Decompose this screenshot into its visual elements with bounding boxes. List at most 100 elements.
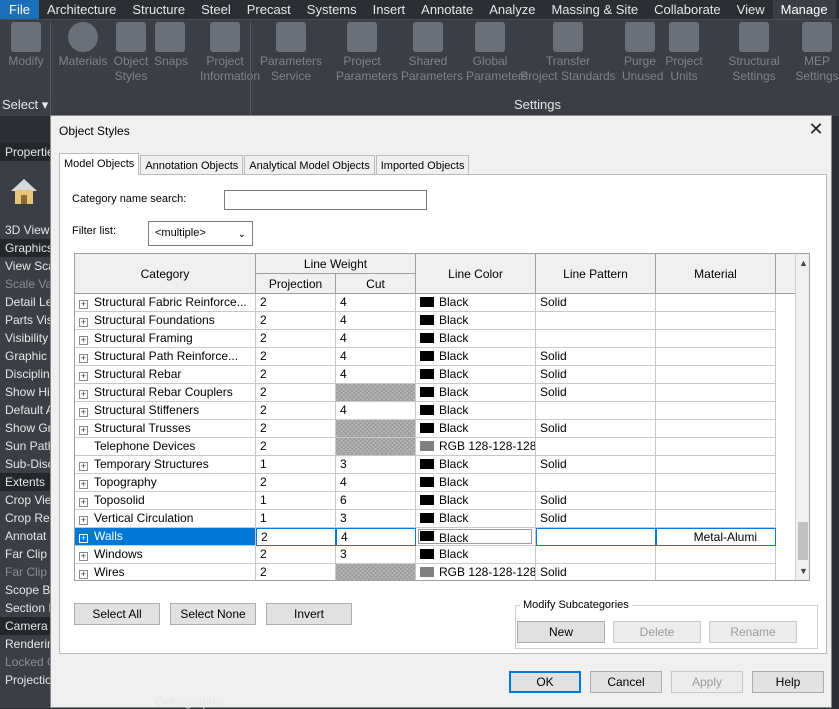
- ribbon-tab-manage[interactable]: Manage: [772, 0, 836, 19]
- filter-list-select[interactable]: <multiple> ⌄: [148, 221, 253, 246]
- palette-section-header[interactable]: Graphics: [0, 239, 52, 257]
- material-cell[interactable]: [656, 348, 776, 366]
- category-cell[interactable]: + Structural Path Reinforce...: [75, 348, 256, 366]
- projection-weight-cell[interactable]: 2: [256, 402, 336, 420]
- material-cell[interactable]: [656, 402, 776, 420]
- line-color-cell[interactable]: Black: [416, 312, 536, 330]
- cut-weight-cell[interactable]: 4: [336, 294, 416, 312]
- expand-icon[interactable]: +: [79, 408, 88, 417]
- header-line-color[interactable]: Line Color: [416, 254, 536, 294]
- table-row[interactable]: + Topography 2 4 Black: [75, 474, 776, 492]
- table-row[interactable]: + Temporary Structures 1 3 Black Solid: [75, 456, 776, 474]
- line-pattern-cell[interactable]: Solid: [536, 492, 656, 510]
- expand-icon[interactable]: +: [79, 300, 88, 309]
- ribbon-button-project-information[interactable]: Project Information: [200, 22, 260, 84]
- table-row[interactable]: + Wires 2 RGB 128-128-128 Solid: [75, 564, 776, 580]
- category-cell[interactable]: + Structural Rebar Couplers: [75, 384, 256, 402]
- expand-icon[interactable]: +: [79, 354, 88, 363]
- material-cell[interactable]: [656, 366, 776, 384]
- line-pattern-cell[interactable]: Solid: [536, 510, 656, 528]
- material-cell[interactable]: Metal-Alumi: [656, 528, 776, 546]
- line-color-cell[interactable]: Black: [416, 348, 536, 366]
- line-color-cell[interactable]: Black: [416, 366, 536, 384]
- material-cell[interactable]: [656, 312, 776, 330]
- select-all-button[interactable]: Select All: [74, 603, 160, 625]
- table-row[interactable]: + Structural Trusses 2 Black Solid: [75, 420, 776, 438]
- header-material[interactable]: Material: [656, 254, 776, 294]
- projection-weight-cell[interactable]: 1: [256, 456, 336, 474]
- palette-section-header[interactable]: Extents: [0, 473, 52, 491]
- line-pattern-cell[interactable]: [536, 546, 656, 564]
- table-row[interactable]: + Structural Rebar Couplers 2 Black Solid: [75, 384, 776, 402]
- expand-icon[interactable]: +: [79, 462, 88, 471]
- category-cell[interactable]: + Structural Framing: [75, 330, 256, 348]
- ok-button[interactable]: OK: [509, 671, 581, 693]
- expand-icon[interactable]: +: [79, 498, 88, 507]
- ribbon-button-structural-settings[interactable]: Structural Settings: [727, 22, 781, 84]
- expand-icon[interactable]: +: [79, 426, 88, 435]
- invert-button[interactable]: Invert: [266, 603, 352, 625]
- line-color-cell[interactable]: Black: [416, 528, 536, 546]
- ribbon-tab-insert[interactable]: Insert: [365, 0, 414, 19]
- ribbon-button-purge[interactable]: Purge Unused: [622, 22, 663, 84]
- expand-icon[interactable]: +: [79, 552, 88, 561]
- expand-icon[interactable]: +: [79, 516, 88, 525]
- ribbon-button-transfer-standards[interactable]: Transfer Project Standards: [520, 22, 616, 84]
- table-row[interactable]: Telephone Devices 2 RGB 128-128-128: [75, 438, 776, 456]
- ribbon-button-object-styles[interactable]: Object Styles: [112, 22, 150, 84]
- material-cell[interactable]: [656, 294, 776, 312]
- ribbon-tab-file[interactable]: File: [0, 0, 39, 19]
- ribbon-tab-systems[interactable]: Systems: [299, 0, 365, 19]
- cut-weight-cell[interactable]: 4: [336, 330, 416, 348]
- table-row[interactable]: + Structural Path Reinforce... 2 4 Black Soli…: [75, 348, 776, 366]
- table-row[interactable]: + Toposolid 1 6 Black Solid: [75, 492, 776, 510]
- select-dropdown[interactable]: Select ▾: [2, 97, 48, 113]
- ribbon-button-cursor[interactable]: Modify: [4, 22, 48, 69]
- category-cell[interactable]: + Walls: [75, 528, 256, 546]
- table-row[interactable]: + Structural Framing 2 4 Black: [75, 330, 776, 348]
- close-icon[interactable]: ✕: [807, 120, 825, 138]
- category-cell[interactable]: + Wires: [75, 564, 256, 580]
- table-row[interactable]: + Vertical Circulation 1 3 Black Solid: [75, 510, 776, 528]
- ribbon-button-mep-settings[interactable]: MEP Settings: [795, 22, 839, 84]
- projection-weight-cell[interactable]: 2: [256, 420, 336, 438]
- ribbon-button-project-units[interactable]: Project Units: [664, 22, 704, 84]
- projection-weight-cell[interactable]: 2: [256, 366, 336, 384]
- table-row[interactable]: + Structural Stiffeners 2 4 Black: [75, 402, 776, 420]
- cut-weight-cell[interactable]: 4: [336, 312, 416, 330]
- line-pattern-cell[interactable]: [536, 474, 656, 492]
- category-cell[interactable]: + Temporary Structures: [75, 456, 256, 474]
- apply-button[interactable]: Apply: [671, 671, 743, 693]
- projection-weight-cell[interactable]: 1: [256, 510, 336, 528]
- ribbon-tab-architecture[interactable]: Architecture: [39, 0, 124, 19]
- projection-weight-cell[interactable]: 2: [256, 312, 336, 330]
- expand-icon[interactable]: +: [79, 372, 88, 381]
- delete-button[interactable]: Delete: [613, 621, 701, 643]
- ribbon-tab-structure[interactable]: Structure: [124, 0, 193, 19]
- expand-icon[interactable]: +: [79, 318, 88, 327]
- ribbon-button-materials-sphere[interactable]: Materials: [58, 22, 108, 69]
- cut-weight-cell[interactable]: 4: [336, 366, 416, 384]
- header-category[interactable]: Category: [75, 254, 256, 294]
- category-cell[interactable]: + Topography: [75, 474, 256, 492]
- cut-weight-cell[interactable]: 4: [336, 474, 416, 492]
- ribbon-tab-view[interactable]: View: [729, 0, 773, 19]
- table-row[interactable]: + Windows 2 3 Black: [75, 546, 776, 564]
- rename-button[interactable]: Rename: [709, 621, 797, 643]
- color-picker-button[interactable]: [418, 529, 532, 544]
- category-cell[interactable]: + Windows: [75, 546, 256, 564]
- header-projection[interactable]: Projection: [256, 274, 336, 294]
- ribbon-button-parameters-service[interactable]: Parameters Service: [258, 22, 324, 84]
- material-cell[interactable]: [656, 492, 776, 510]
- cut-weight-cell[interactable]: 3: [336, 510, 416, 528]
- line-color-cell[interactable]: Black: [416, 384, 536, 402]
- category-cell[interactable]: + Structural Fabric Reinforce...: [75, 294, 256, 312]
- projection-weight-cell[interactable]: 2: [256, 528, 336, 546]
- expand-icon[interactable]: +: [79, 534, 88, 543]
- material-cell[interactable]: [656, 438, 776, 456]
- table-row[interactable]: + Walls 2 4 Black Metal-Alumi: [75, 528, 776, 546]
- grid-vertical-scrollbar[interactable]: ▲ ▼: [795, 254, 809, 580]
- cut-weight-cell[interactable]: 3: [336, 456, 416, 474]
- expand-icon[interactable]: +: [79, 480, 88, 489]
- category-cell[interactable]: + Structural Foundations: [75, 312, 256, 330]
